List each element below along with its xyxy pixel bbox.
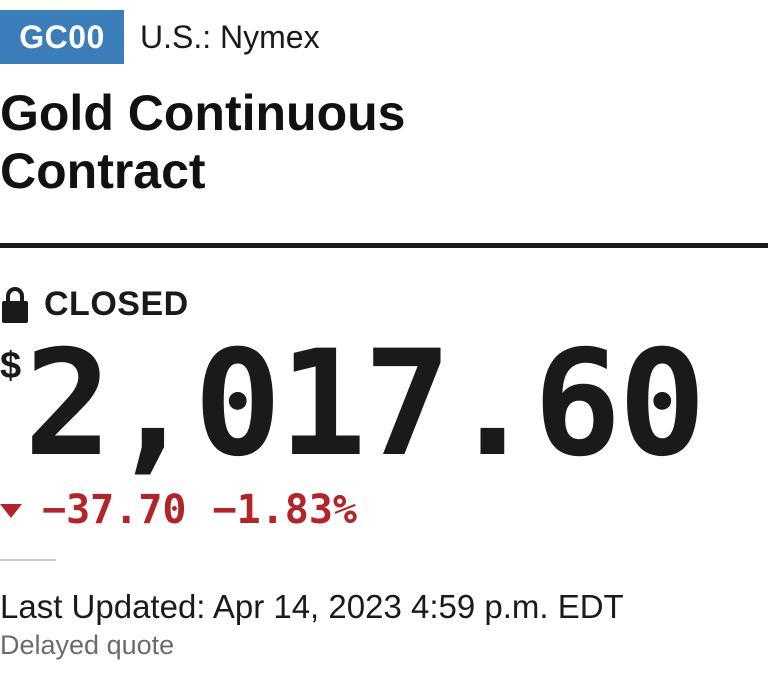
ticker-symbol-badge[interactable]: GC00 (0, 10, 124, 64)
exchange-label: U.S.: Nymex (140, 18, 320, 55)
market-status: CLOSED (0, 284, 189, 324)
last-price: 2,017.60 (24, 319, 706, 489)
header-divider (0, 243, 768, 248)
ticker-header: GC00 U.S.: Nymex (0, 10, 320, 64)
market-status-label: CLOSED (44, 284, 189, 323)
price-change: −37.70 −1.83% (0, 487, 358, 533)
lock-icon (0, 285, 30, 323)
currency-symbol: $ (0, 345, 22, 387)
section-divider (0, 559, 56, 561)
triangle-down-icon (0, 504, 22, 518)
delayed-quote-note: Delayed quote (0, 630, 175, 660)
last-updated-timestamp: Last Updated: Apr 14, 2023 4:59 p.m. EDT (0, 588, 624, 625)
change-percent: −1.83% (212, 487, 358, 533)
instrument-name: Gold Continuous Contract (0, 85, 406, 199)
change-value: −37.70 (42, 487, 187, 533)
